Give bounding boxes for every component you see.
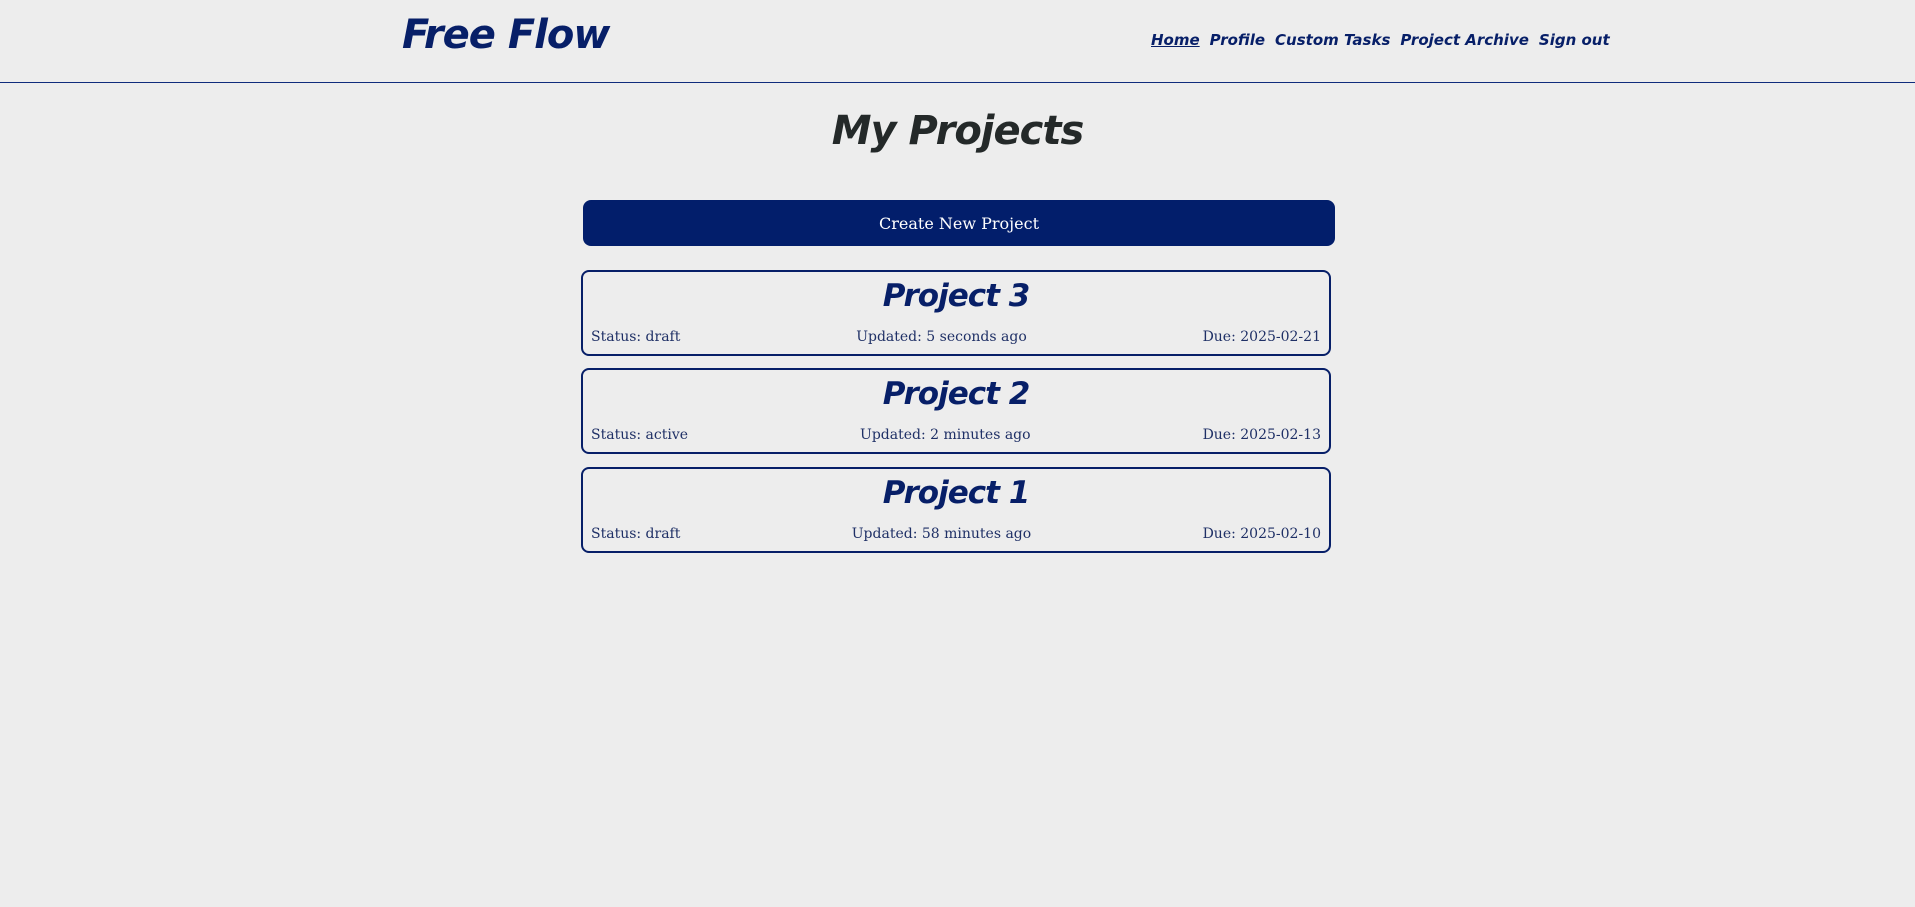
nav-home-link[interactable]: Home <box>1151 30 1200 50</box>
project-meta: Status: draft Updated: 58 minutes ago Du… <box>591 525 1321 543</box>
project-card[interactable]: Project 2 Status: active Updated: 2 minu… <box>581 368 1331 454</box>
project-status: Status: draft <box>591 329 681 345</box>
project-status: Status: draft <box>591 526 681 542</box>
project-due-date: Due: 2025-02-21 <box>1202 329 1321 345</box>
project-updated: Updated: 2 minutes ago <box>860 427 1031 443</box>
project-title: Project 1 <box>882 475 1031 511</box>
project-status: Status: active <box>591 427 689 443</box>
site-header: Free Flow Home Profile Custom Tasks Proj… <box>0 0 1915 83</box>
project-due-date: Due: 2025-02-10 <box>1202 526 1321 542</box>
nav-custom-tasks-link[interactable]: Custom Tasks <box>1275 30 1390 50</box>
project-title: Project 2 <box>882 376 1031 412</box>
nav-sign-out-link[interactable]: Sign out <box>1539 30 1610 50</box>
project-meta: Status: active Updated: 2 minutes ago Du… <box>591 426 1321 444</box>
project-title: Project 3 <box>882 278 1031 314</box>
project-updated: Updated: 58 minutes ago <box>851 526 1032 542</box>
project-updated: Updated: 5 seconds ago <box>856 329 1027 345</box>
brand-logo-text[interactable]: Free Flow <box>402 8 610 62</box>
page-title: My Projects <box>831 108 1085 154</box>
nav-profile-link[interactable]: Profile <box>1210 30 1265 50</box>
project-card[interactable]: Project 1 Status: draft Updated: 58 minu… <box>581 467 1331 553</box>
project-card[interactable]: Project 3 Status: draft Updated: 5 secon… <box>581 270 1331 356</box>
nav-project-archive-link[interactable]: Project Archive <box>1400 30 1529 50</box>
project-meta: Status: draft Updated: 5 seconds ago Due… <box>591 328 1321 346</box>
create-new-project-button[interactable]: Create New Project <box>583 200 1335 246</box>
main-nav: Home Profile Custom Tasks Project Archiv… <box>1151 30 1610 50</box>
project-due-date: Due: 2025-02-13 <box>1202 427 1321 443</box>
